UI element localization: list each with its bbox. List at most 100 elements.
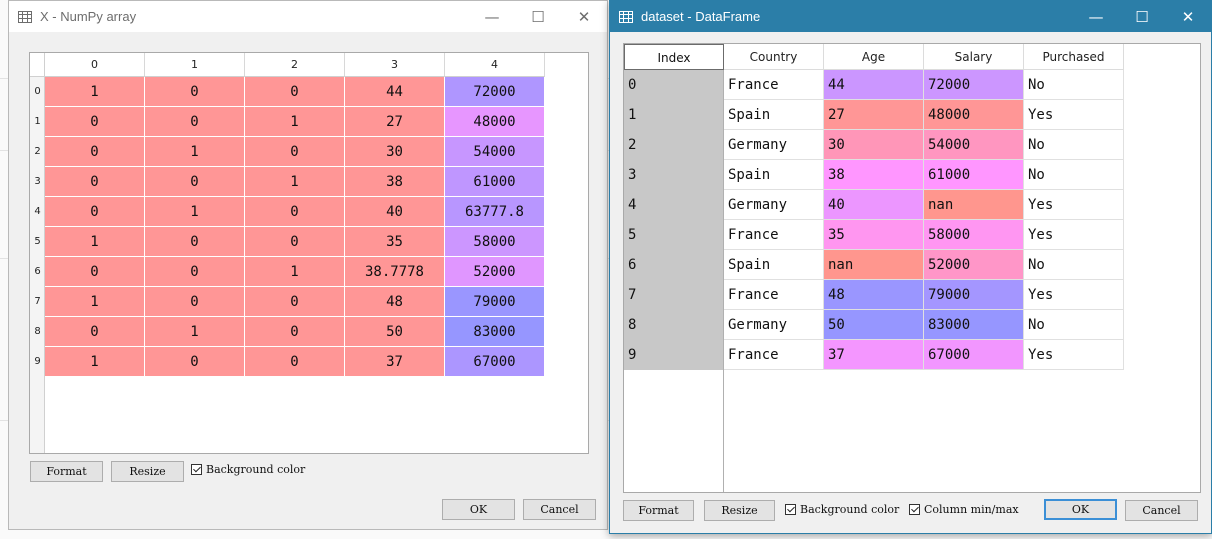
- row-header[interactable]: 6: [30, 257, 45, 287]
- table-cell[interactable]: 0: [245, 77, 345, 107]
- row-header[interactable]: 8: [30, 317, 45, 347]
- table-cell[interactable]: 0: [245, 227, 345, 257]
- table-cell[interactable]: 54000: [924, 130, 1024, 160]
- table-cell[interactable]: 0: [145, 287, 245, 317]
- index-header[interactable]: Index: [624, 44, 724, 70]
- table-cell[interactable]: 0: [145, 77, 245, 107]
- table-cell[interactable]: 52000: [445, 257, 545, 287]
- column-header[interactable]: 0: [45, 53, 145, 77]
- row-header[interactable]: 9: [30, 347, 45, 377]
- table-cell[interactable]: 38.7778: [345, 257, 445, 287]
- table-cell[interactable]: 30: [345, 137, 445, 167]
- table-cell[interactable]: 0: [45, 167, 145, 197]
- table-cell[interactable]: 30: [824, 130, 924, 160]
- column-minmax-checkbox[interactable]: Column min/max: [909, 503, 1019, 516]
- table-cell[interactable]: Yes: [1024, 190, 1124, 220]
- ok-button[interactable]: OK: [1044, 499, 1117, 520]
- table-cell[interactable]: 72000: [445, 77, 545, 107]
- numpy-array-table[interactable]: 0 1 2 3 4 0 1 0 0 44 72000 1 0 0 1 27 48000 2 0 1 0 30 54000 3 0…: [29, 52, 589, 454]
- table-cell[interactable]: Yes: [1024, 220, 1124, 250]
- table-cell[interactable]: 0: [145, 227, 245, 257]
- column-header[interactable]: 3: [345, 53, 445, 77]
- table-cell[interactable]: 1: [45, 227, 145, 257]
- format-button[interactable]: Format: [623, 500, 694, 521]
- table-cell[interactable]: Spain: [724, 250, 824, 280]
- index-cell[interactable]: 6: [624, 250, 723, 280]
- table-cell[interactable]: 1: [145, 197, 245, 227]
- table-cell[interactable]: 0: [245, 287, 345, 317]
- table-cell[interactable]: 67000: [445, 347, 545, 377]
- index-cell[interactable]: 1: [624, 100, 723, 130]
- table-cell[interactable]: 35: [824, 220, 924, 250]
- table-cell[interactable]: 1: [145, 137, 245, 167]
- table-cell[interactable]: Yes: [1024, 280, 1124, 310]
- ok-button[interactable]: OK: [442, 499, 515, 520]
- table-cell[interactable]: 1: [145, 317, 245, 347]
- table-cell[interactable]: No: [1024, 130, 1124, 160]
- index-cell[interactable]: 2: [624, 130, 723, 160]
- minimize-button[interactable]: —: [469, 1, 515, 32]
- table-cell[interactable]: 1: [245, 257, 345, 287]
- column-header[interactable]: Purchased: [1024, 44, 1124, 70]
- dataframe-window-titlebar[interactable]: dataset - DataFrame — ☐ ✕: [610, 1, 1211, 32]
- table-cell[interactable]: 35: [345, 227, 445, 257]
- row-header[interactable]: 0: [30, 77, 45, 107]
- table-cell[interactable]: 1: [45, 77, 145, 107]
- table-cell[interactable]: 48000: [445, 107, 545, 137]
- table-cell[interactable]: 50: [345, 317, 445, 347]
- index-cell[interactable]: 7: [624, 280, 723, 310]
- table-cell[interactable]: 83000: [924, 310, 1024, 340]
- cancel-button[interactable]: Cancel: [523, 499, 596, 520]
- table-cell[interactable]: 0: [145, 257, 245, 287]
- index-cell[interactable]: 3: [624, 160, 723, 190]
- table-cell[interactable]: 38: [824, 160, 924, 190]
- table-cell[interactable]: 54000: [445, 137, 545, 167]
- resize-button[interactable]: Resize: [704, 500, 775, 521]
- row-header[interactable]: 1: [30, 107, 45, 137]
- table-cell[interactable]: No: [1024, 310, 1124, 340]
- format-button[interactable]: Format: [30, 461, 103, 482]
- table-cell[interactable]: Germany: [724, 310, 824, 340]
- table-cell[interactable]: nan: [824, 250, 924, 280]
- index-cell[interactable]: 4: [624, 190, 723, 220]
- table-cell[interactable]: Germany: [724, 190, 824, 220]
- table-cell[interactable]: 83000: [445, 317, 545, 347]
- maximize-button[interactable]: ☐: [515, 1, 561, 32]
- table-cell[interactable]: 37: [345, 347, 445, 377]
- index-cell[interactable]: 0: [624, 70, 723, 100]
- table-cell[interactable]: No: [1024, 250, 1124, 280]
- table-cell[interactable]: 48: [345, 287, 445, 317]
- table-cell[interactable]: 1: [45, 287, 145, 317]
- maximize-button[interactable]: ☐: [1119, 1, 1165, 32]
- table-cell[interactable]: nan: [924, 190, 1024, 220]
- table-cell[interactable]: 61000: [445, 167, 545, 197]
- cancel-button[interactable]: Cancel: [1125, 500, 1198, 521]
- table-cell[interactable]: 1: [45, 347, 145, 377]
- table-cell[interactable]: No: [1024, 160, 1124, 190]
- table-cell[interactable]: 61000: [924, 160, 1024, 190]
- table-cell[interactable]: 48: [824, 280, 924, 310]
- table-cell[interactable]: 38: [345, 167, 445, 197]
- numpy-window-titlebar[interactable]: X - NumPy array — ☐ ✕: [9, 1, 607, 32]
- table-cell[interactable]: 79000: [445, 287, 545, 317]
- row-header[interactable]: 7: [30, 287, 45, 317]
- table-cell[interactable]: 0: [45, 137, 145, 167]
- index-cell[interactable]: 5: [624, 220, 723, 250]
- table-cell[interactable]: Spain: [724, 100, 824, 130]
- table-cell[interactable]: 67000: [924, 340, 1024, 370]
- table-cell[interactable]: France: [724, 280, 824, 310]
- close-button[interactable]: ✕: [561, 1, 607, 32]
- table-cell[interactable]: France: [724, 340, 824, 370]
- table-cell[interactable]: 58000: [445, 227, 545, 257]
- row-header[interactable]: 2: [30, 137, 45, 167]
- table-cell[interactable]: 27: [824, 100, 924, 130]
- column-header[interactable]: Age: [824, 44, 924, 70]
- table-cell[interactable]: 63777.8: [445, 197, 545, 227]
- table-cell[interactable]: 0: [145, 347, 245, 377]
- minimize-button[interactable]: —: [1073, 1, 1119, 32]
- table-cell[interactable]: 37: [824, 340, 924, 370]
- table-cell[interactable]: Spain: [724, 160, 824, 190]
- table-cell[interactable]: 0: [245, 347, 345, 377]
- table-cell[interactable]: 0: [245, 317, 345, 347]
- row-header[interactable]: 4: [30, 197, 45, 227]
